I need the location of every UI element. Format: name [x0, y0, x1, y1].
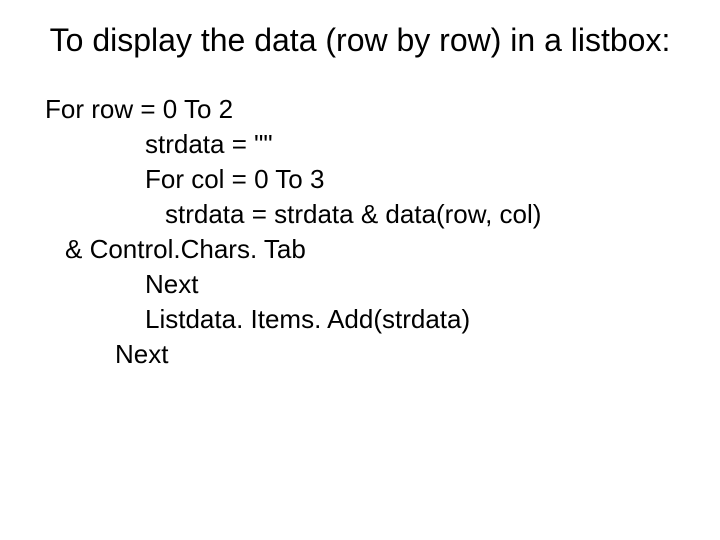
- code-line: For row = 0 To 2: [45, 92, 680, 127]
- code-line: Next: [115, 337, 680, 372]
- code-block: For row = 0 To 2 strdata = "" For col = …: [40, 92, 680, 373]
- code-line: Listdata. Items. Add(strdata): [145, 302, 680, 337]
- code-line: strdata = strdata & data(row, col): [165, 197, 680, 232]
- slide-title: To display the data (row by row) in a li…: [40, 20, 680, 62]
- code-line: Next: [145, 267, 680, 302]
- code-line: For col = 0 To 3: [145, 162, 680, 197]
- code-line: strdata = "": [145, 127, 680, 162]
- code-line: & Control.Chars. Tab: [65, 232, 680, 267]
